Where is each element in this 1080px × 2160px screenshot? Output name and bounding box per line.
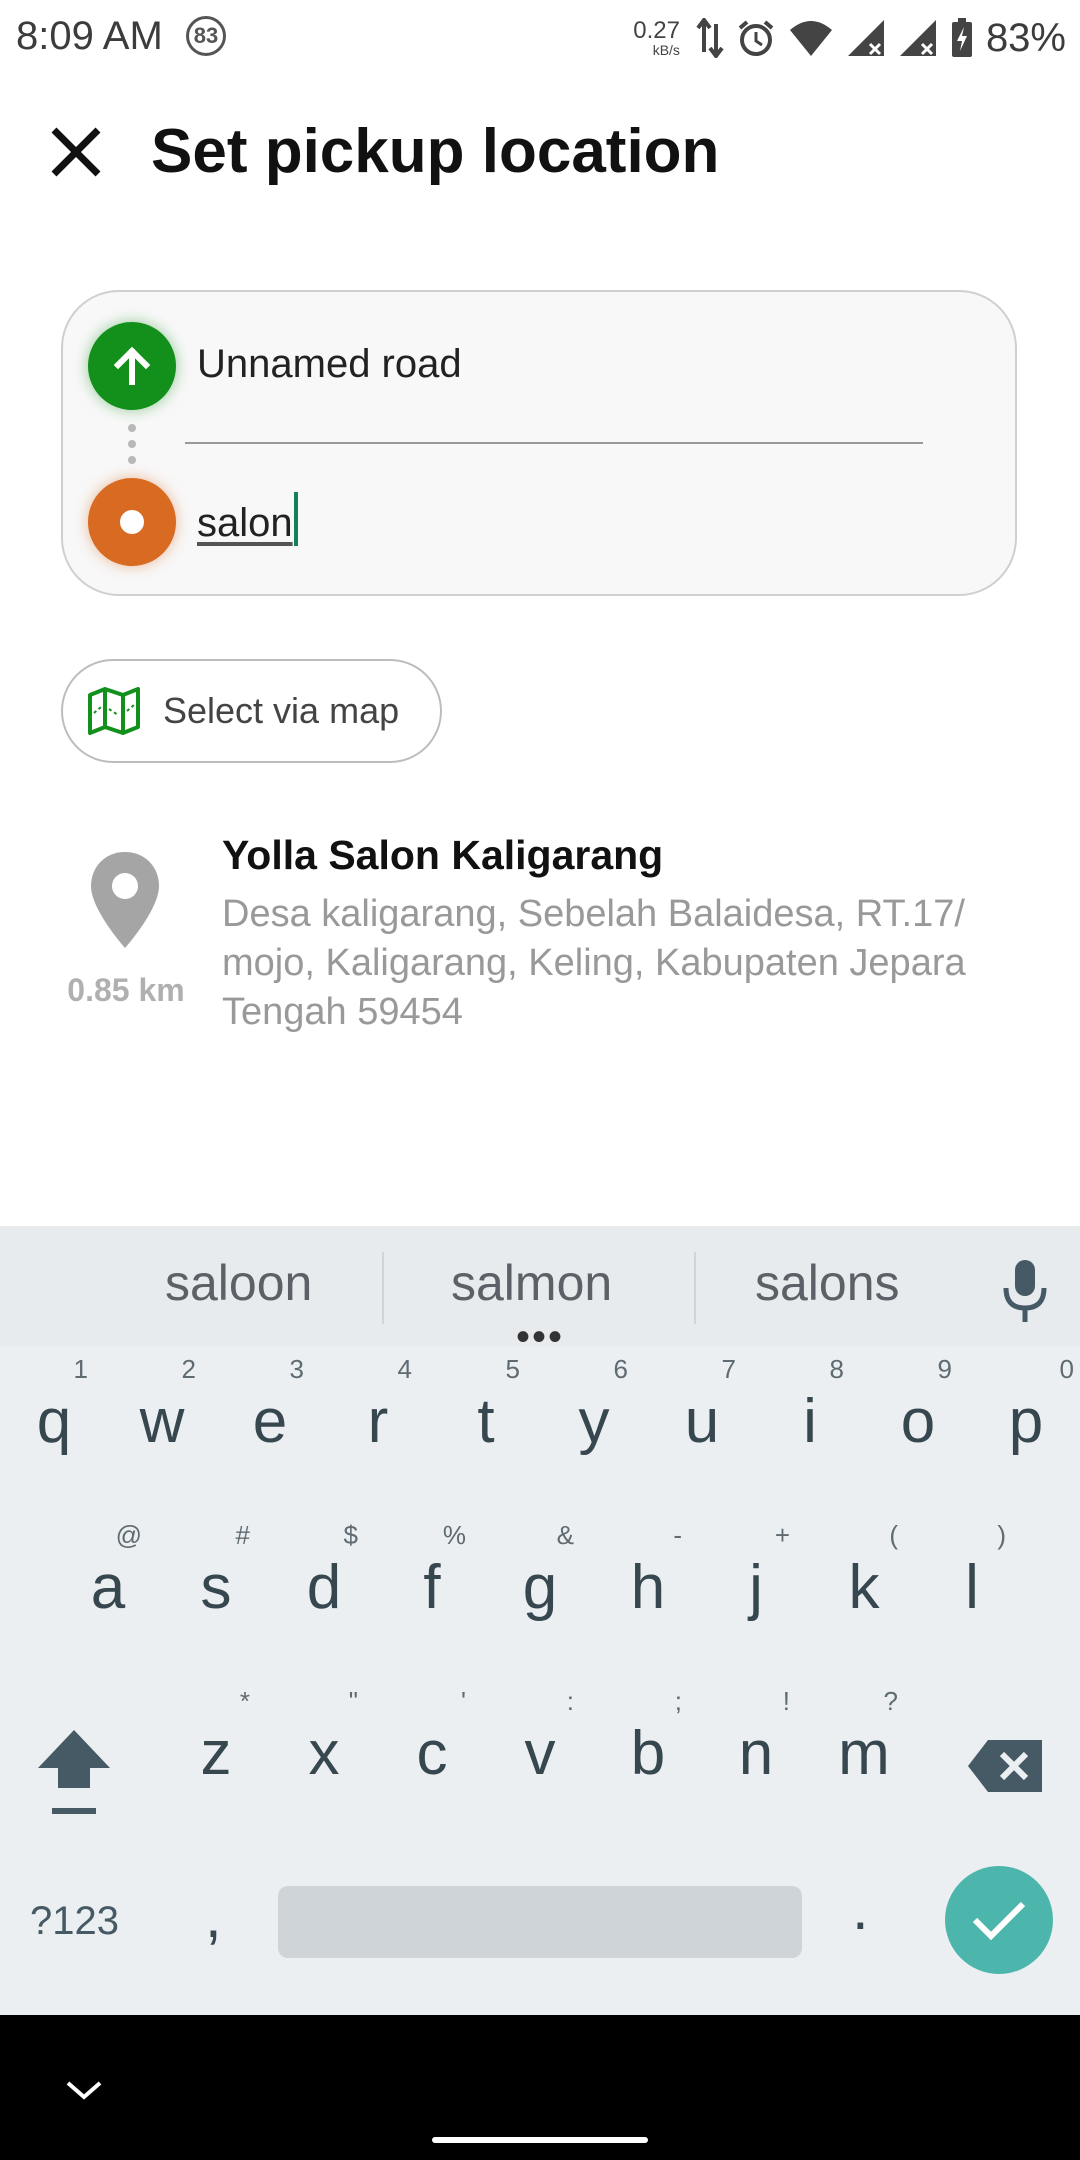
location-pin-icon	[91, 852, 159, 948]
key-c[interactable]: ' c	[382, 1678, 482, 1818]
key-i[interactable]: 8i	[760, 1346, 860, 1486]
cell-signal-icon	[847, 20, 884, 56]
space-bar[interactable]	[278, 1886, 802, 1958]
route-connector	[128, 424, 136, 464]
destination-marker	[88, 478, 176, 566]
chevron-down-icon[interactable]	[62, 2075, 106, 2105]
navigation-bar	[0, 2015, 1080, 2160]
key-g[interactable]: & g	[490, 1512, 590, 1652]
key-z[interactable]: * z	[166, 1678, 266, 1818]
destination-input[interactable]: salon	[197, 492, 917, 552]
network-speed: 0.27 kB/s	[633, 17, 680, 58]
close-icon	[51, 127, 101, 177]
key-y[interactable]: 6y	[544, 1346, 644, 1486]
key-o[interactable]: 9o	[868, 1346, 968, 1486]
key-j[interactable]: + j	[706, 1512, 806, 1652]
page-title: Set pickup location	[151, 117, 720, 186]
key-m[interactable]: ? m	[814, 1678, 914, 1818]
period-key[interactable]: .	[852, 1874, 869, 1943]
home-handle[interactable]	[432, 2137, 648, 2143]
key-e[interactable]: 3e	[220, 1346, 320, 1486]
suggestion-2[interactable]: salmon	[451, 1254, 612, 1312]
route-divider	[185, 442, 923, 444]
close-button[interactable]	[36, 112, 116, 192]
battery-charging-icon	[951, 18, 972, 57]
key-l[interactable]: ) l	[922, 1512, 1022, 1652]
enter-key[interactable]	[945, 1866, 1053, 1974]
key-h[interactable]: -h	[598, 1512, 698, 1652]
origin-field[interactable]: Unnamed road	[197, 342, 462, 387]
key-x[interactable]: " x	[274, 1678, 374, 1818]
shift-key[interactable]	[32, 1724, 116, 1824]
more-suggestions-icon[interactable]: •••	[516, 1317, 564, 1357]
key-d[interactable]: $ d	[274, 1512, 374, 1652]
checkmark-icon	[972, 1901, 1026, 1941]
key-t[interactable]: 5t	[436, 1346, 536, 1486]
keyboard: saloon salmon ••• salons 1q 2w 3e 4r 5t …	[0, 1226, 1080, 2015]
select-via-map-label: Select via map	[163, 690, 400, 731]
key-f[interactable]: % f	[382, 1512, 482, 1652]
alarm-icon	[738, 20, 774, 56]
status-time: 8:09 AM	[16, 14, 163, 58]
key-q[interactable]: 1q	[4, 1346, 104, 1486]
suggestion-separator	[694, 1252, 696, 1324]
select-via-map-button[interactable]: Select via map	[61, 659, 442, 763]
symbols-key[interactable]: ?123	[30, 1899, 119, 1944]
suggestion-separator	[382, 1252, 384, 1324]
key-b[interactable]: ; b	[598, 1678, 698, 1818]
text-cursor	[293, 492, 298, 546]
cell-signal-2-icon	[899, 20, 936, 56]
key-p[interactable]: 0p	[976, 1346, 1076, 1486]
arrow-up-icon	[113, 346, 151, 385]
result-name: Yolla Salon Kaligarang	[222, 832, 664, 878]
status-bar: 8:09 AM 83 0.27 kB/s 83%	[0, 0, 1080, 76]
comma-key[interactable]: ,	[205, 1882, 222, 1951]
result-distance: 0.85 km	[67, 972, 185, 1008]
origin-marker	[88, 322, 176, 410]
key-k[interactable]: (k	[814, 1512, 914, 1652]
shift-icon	[38, 1730, 110, 1814]
suggestion-3[interactable]: salons	[755, 1254, 900, 1312]
backspace-key[interactable]	[966, 1736, 1046, 1796]
key-w[interactable]: 2w	[112, 1346, 212, 1486]
search-result-item[interactable]: 0.85 km Yolla Salon Kaligarang Desa kali…	[0, 820, 1080, 1050]
result-address: Desa kaligarang, Sebelah Balaidesa, RT.1…	[222, 893, 966, 1033]
key-n[interactable]: ! n	[706, 1678, 806, 1818]
status-icons: 0.27 kB/s 83%	[633, 10, 1066, 66]
key-s[interactable]: # s	[166, 1512, 266, 1652]
map-icon	[88, 687, 140, 735]
key-r[interactable]: 4r	[328, 1346, 428, 1486]
key-u[interactable]: 7u	[652, 1346, 752, 1486]
backspace-icon	[968, 1740, 1042, 1792]
wifi-icon	[789, 21, 832, 56]
route-card: Unnamed road salon	[61, 290, 1017, 596]
key-v[interactable]: :v	[490, 1678, 590, 1818]
suggestion-bar: saloon salmon ••• salons	[0, 1226, 1080, 1357]
key-a[interactable]: @ a	[58, 1512, 158, 1652]
battery-percent: 83%	[985, 15, 1066, 60]
microphone-icon[interactable]	[1000, 1258, 1050, 1324]
suggestion-1[interactable]: saloon	[165, 1254, 312, 1312]
notification-badge: 83	[186, 16, 226, 56]
destination-value: salon	[197, 501, 293, 545]
data-transfer-icon	[696, 18, 724, 58]
